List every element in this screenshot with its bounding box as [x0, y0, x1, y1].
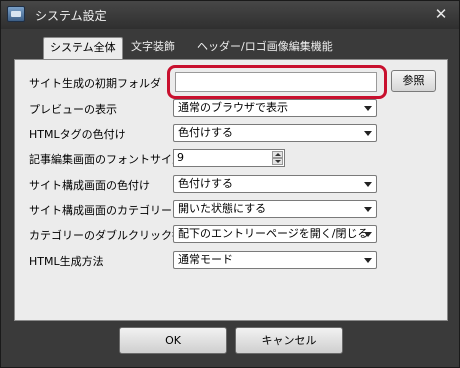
chevron-down-icon [364, 258, 372, 263]
app-icon [7, 6, 25, 22]
html-tag-color-label: HTMLタグの色付け [29, 128, 126, 141]
html-tag-color-select[interactable]: 色付けする [173, 124, 377, 142]
tab-header-logo-editor[interactable]: ヘッダー/ロゴ画像編集機能 [191, 37, 339, 59]
chevron-down-icon [364, 182, 372, 187]
row-html-generation: HTML生成方法 通常モード [15, 249, 449, 271]
font-size-value: 9 [177, 151, 184, 164]
tab-system[interactable]: システム全体 [43, 37, 123, 60]
initial-folder-input[interactable] [175, 72, 377, 92]
preview-label: プレビューの表示 [29, 103, 117, 116]
initial-folder-label: サイト生成の初期フォルダ [29, 77, 161, 90]
site-structure-color-select[interactable]: 色付けする [173, 175, 377, 193]
row-category-double-click: カテゴリーのダブルクリック操作 配下のエントリーページを開く/閉じる [15, 223, 449, 245]
ok-button[interactable]: OK [119, 327, 227, 354]
row-site-structure-color: サイト構成画面の色付け 色付けする [15, 173, 449, 195]
close-icon[interactable]: ✕ [433, 5, 449, 23]
chevron-down-icon [364, 232, 372, 237]
settings-panel: サイト生成の初期フォルダ 参照 プレビューの表示 通常のブラウザで表示 HTML… [14, 59, 448, 321]
editor-font-size-label: 記事編集画面のフォントサイズ [29, 153, 183, 166]
font-size-stepper[interactable]: 9 [173, 149, 285, 167]
cancel-button[interactable]: キャンセル [235, 327, 343, 354]
spin-up-icon[interactable] [272, 151, 283, 158]
spin-down-icon[interactable] [272, 158, 283, 165]
category-double-click-value: 配下のエントリーページを開く/閉じる [178, 227, 369, 240]
html-generation-value: 通常モード [178, 253, 233, 266]
tab-text-decoration[interactable]: 文字装飾 [125, 37, 181, 59]
html-generation-select[interactable]: 通常モード [173, 251, 377, 269]
category-double-click-label: カテゴリーのダブルクリック操作 [29, 229, 194, 242]
window-title: システム設定 [35, 9, 107, 23]
chevron-down-icon [364, 131, 372, 136]
html-generation-label: HTML生成方法 [29, 255, 104, 268]
chevron-down-icon [364, 207, 372, 212]
site-structure-category-label: サイト構成画面のカテゴリー [29, 204, 172, 217]
title-bar: システム設定 ✕ [1, 1, 459, 29]
row-html-tag-color: HTMLタグの色付け 色付けする [15, 122, 449, 144]
site-structure-color-value: 色付けする [178, 177, 233, 190]
preview-value: 通常のブラウザで表示 [178, 101, 288, 114]
site-structure-category-value: 開いた状態にする [178, 202, 267, 215]
browse-button[interactable]: 参照 [391, 70, 436, 92]
row-editor-font-size: 記事編集画面のフォントサイズ 9 [15, 147, 449, 169]
html-tag-color-value: 色付けする [178, 126, 233, 139]
settings-dialog: システム設定 ✕ システム全体 文字装飾 ヘッダー/ロゴ画像編集機能 サイト生成… [0, 0, 460, 368]
chevron-down-icon [364, 106, 372, 111]
row-preview: プレビューの表示 通常のブラウザで表示 [15, 97, 449, 119]
site-structure-category-select[interactable]: 開いた状態にする [173, 200, 377, 218]
row-site-structure-category: サイト構成画面のカテゴリー 開いた状態にする [15, 198, 449, 220]
site-structure-color-label: サイト構成画面の色付け [29, 179, 150, 192]
category-double-click-select[interactable]: 配下のエントリーページを開く/閉じる [173, 225, 377, 243]
preview-select[interactable]: 通常のブラウザで表示 [173, 99, 377, 117]
